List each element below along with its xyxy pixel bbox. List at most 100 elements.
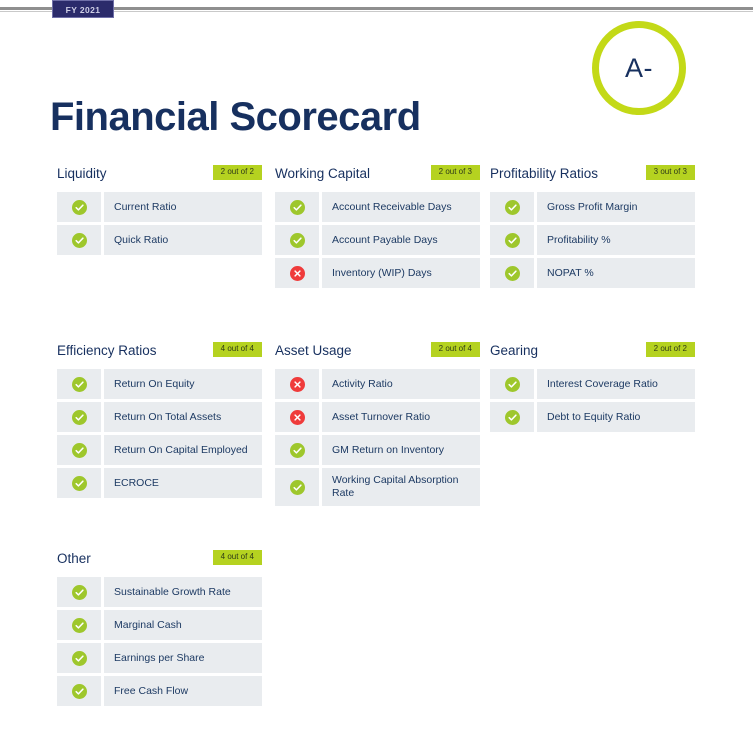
metric-status-cell [57, 643, 104, 673]
metric-row[interactable]: Account Receivable Days [275, 192, 480, 222]
metric-label: Debt to Equity Ratio [547, 410, 641, 423]
metric-row[interactable]: Account Payable Days [275, 225, 480, 255]
metric-status-cell [275, 192, 322, 222]
metric-status-cell [57, 369, 104, 399]
section-header-liquidity: Liquidity 2 out of 2 [57, 164, 262, 188]
metric-status-cell [275, 435, 322, 465]
metric-label: ECROCE [114, 476, 159, 489]
scorecard-board: Liquidity 2 out of 2 Current Ratio Quick Ra… [0, 0, 753, 734]
metric-status-cell [275, 402, 322, 432]
metric-row[interactable]: Profitability % [490, 225, 695, 255]
metric-row[interactable]: Inventory (WIP) Days [275, 258, 480, 288]
section-title: Working Capital [275, 166, 371, 181]
scorecard-section-other: Other 4 out of 4 Sustainable Growth Rate Ma… [57, 549, 262, 709]
metric-label: Account Payable Days [332, 233, 438, 246]
metric-status-cell [490, 402, 537, 432]
metric-label: Marginal Cash [114, 618, 182, 631]
metric-status-cell [275, 468, 322, 506]
section-header-other: Other 4 out of 4 [57, 549, 262, 573]
metric-row[interactable]: Activity Ratio [275, 369, 480, 399]
section-header-asset-usage: Asset Usage 2 out of 4 [275, 341, 480, 365]
metric-status-cell [57, 577, 104, 607]
metric-row[interactable]: Earnings per Share [57, 643, 262, 673]
check-circle-icon [71, 409, 87, 425]
metric-label: Current Ratio [114, 200, 177, 213]
section-title: Asset Usage [275, 343, 352, 358]
metric-row[interactable]: Sustainable Growth Rate [57, 577, 262, 607]
metric-row[interactable]: Debt to Equity Ratio [490, 402, 695, 432]
metric-status-cell [57, 402, 104, 432]
metric-row[interactable]: NOPAT % [490, 258, 695, 288]
section-title: Profitability Ratios [490, 166, 599, 181]
metric-label: Sustainable Growth Rate [114, 585, 231, 598]
x-circle-icon [289, 409, 305, 425]
metric-row[interactable]: Current Ratio [57, 192, 262, 222]
scorecard-section-efficiency-ratios: Efficiency Ratios 4 out of 4 Return On Equ… [57, 341, 262, 501]
metric-row[interactable]: Interest Coverage Ratio [490, 369, 695, 399]
check-circle-icon [71, 232, 87, 248]
section-header-profitability-ratios: Profitability Ratios 3 out of 3 [490, 164, 695, 188]
metric-row[interactable]: Return On Total Assets [57, 402, 262, 432]
x-circle-icon [289, 265, 305, 281]
section-score-badge: 2 out of 2 [212, 165, 262, 180]
check-circle-icon [289, 479, 305, 495]
section-score-badge: 4 out of 4 [212, 550, 262, 565]
check-circle-icon [71, 617, 87, 633]
metric-label: Earnings per Share [114, 651, 205, 664]
metric-row[interactable]: Quick Ratio [57, 225, 262, 255]
check-circle-icon [71, 683, 87, 699]
section-score-badge: 2 out of 2 [645, 342, 695, 357]
metric-label: Profitability % [547, 233, 611, 246]
section-title: Other [57, 551, 91, 566]
metric-label: Working Capital Absorption Rate [332, 474, 459, 499]
metric-label: Return On Equity [114, 377, 195, 390]
check-circle-icon [71, 584, 87, 600]
check-circle-icon [289, 199, 305, 215]
metric-row[interactable]: Gross Profit Margin [490, 192, 695, 222]
metric-row[interactable]: Free Cash Flow [57, 676, 262, 706]
metric-status-cell [57, 225, 104, 255]
metric-row[interactable]: Asset Turnover Ratio [275, 402, 480, 432]
metric-row[interactable]: Marginal Cash [57, 610, 262, 640]
check-circle-icon [71, 442, 87, 458]
metric-row[interactable]: Working Capital Absorption Rate [275, 468, 480, 506]
metric-status-cell [57, 435, 104, 465]
check-circle-icon [504, 265, 520, 281]
metric-label: Inventory (WIP) Days [332, 266, 432, 279]
metric-label: Account Receivable Days [332, 200, 452, 213]
metric-row[interactable]: Return On Equity [57, 369, 262, 399]
metric-status-cell [490, 369, 537, 399]
metric-label: Gross Profit Margin [547, 200, 638, 213]
metric-label: Asset Turnover Ratio [332, 410, 431, 423]
metric-status-cell [275, 369, 322, 399]
metric-label: Activity Ratio [332, 377, 393, 390]
section-title: Efficiency Ratios [57, 343, 157, 358]
metric-status-cell [57, 610, 104, 640]
section-title: Gearing [490, 343, 539, 358]
metric-row[interactable]: GM Return on Inventory [275, 435, 480, 465]
metric-status-cell [57, 468, 104, 498]
metric-status-cell [275, 258, 322, 288]
metric-label: NOPAT % [547, 266, 594, 279]
scorecard-section-gearing: Gearing 2 out of 2 Interest Coverage Ratio… [490, 341, 695, 435]
check-circle-icon [71, 376, 87, 392]
scorecard-section-working-capital: Working Capital 2 out of 3 Account Receiva… [275, 164, 480, 291]
metric-status-cell [57, 192, 104, 222]
metric-label: GM Return on Inventory [332, 443, 445, 456]
metric-label: Quick Ratio [114, 233, 169, 246]
metric-status-cell [275, 225, 322, 255]
metric-status-cell [490, 258, 537, 288]
section-header-working-capital: Working Capital 2 out of 3 [275, 164, 480, 188]
section-header-gearing: Gearing 2 out of 2 [490, 341, 695, 365]
metric-row[interactable]: ECROCE [57, 468, 262, 498]
check-circle-icon [504, 376, 520, 392]
metric-status-cell [490, 225, 537, 255]
check-circle-icon [289, 232, 305, 248]
section-score-badge: 4 out of 4 [212, 342, 262, 357]
metric-row[interactable]: Return On Capital Employed [57, 435, 262, 465]
check-circle-icon [504, 199, 520, 215]
check-circle-icon [71, 475, 87, 491]
scorecard-section-liquidity: Liquidity 2 out of 2 Current Ratio Quick Ra… [57, 164, 262, 258]
check-circle-icon [289, 442, 305, 458]
check-circle-icon [504, 409, 520, 425]
